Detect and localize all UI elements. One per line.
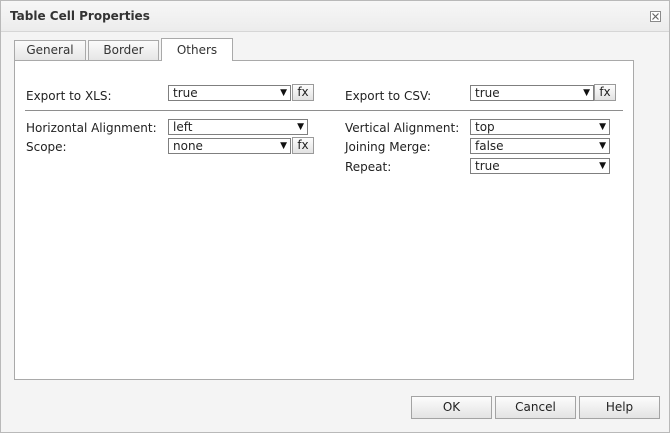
others-panel: Export to XLS: true ▼ fx Export to CSV: …: [14, 60, 634, 380]
scope-select[interactable]: none ▼: [168, 138, 291, 154]
export-xls-value: true: [173, 86, 198, 100]
dropdown-arrow-icon: ▼: [297, 122, 304, 132]
scope-fx-button[interactable]: fx: [292, 137, 314, 154]
horizontal-alignment-label: Horizontal Alignment:: [26, 121, 157, 135]
repeat-select[interactable]: true ▼: [470, 158, 610, 174]
dropdown-arrow-icon: ▼: [280, 141, 287, 151]
export-csv-value: true: [475, 86, 500, 100]
export-xls-select[interactable]: true ▼: [168, 85, 291, 101]
vertical-alignment-label: Vertical Alignment:: [345, 121, 460, 135]
export-xls-label: Export to XLS:: [26, 89, 112, 103]
export-csv-select[interactable]: true ▼: [470, 85, 594, 101]
dropdown-arrow-icon: ▼: [599, 161, 606, 171]
joining-merge-value: false: [475, 139, 504, 153]
dialog-title: Table Cell Properties: [10, 9, 150, 23]
tab-others[interactable]: Others: [161, 38, 233, 61]
scope-label: Scope:: [26, 140, 67, 154]
help-button[interactable]: Help: [579, 396, 660, 419]
close-icon[interactable]: [650, 11, 661, 22]
horizontal-alignment-select[interactable]: left ▼: [168, 119, 308, 135]
dropdown-arrow-icon: ▼: [280, 88, 287, 98]
repeat-value: true: [475, 159, 500, 173]
tab-border[interactable]: Border: [88, 40, 159, 60]
export-csv-fx-button[interactable]: fx: [594, 84, 616, 101]
tab-general[interactable]: General: [14, 40, 86, 60]
joining-merge-label: Joining Merge:: [345, 140, 431, 154]
title-bar: Table Cell Properties: [1, 1, 669, 32]
table-cell-properties-dialog: Table Cell Properties General Border Oth…: [0, 0, 670, 433]
vertical-alignment-select[interactable]: top ▼: [470, 119, 610, 135]
cancel-button[interactable]: Cancel: [495, 396, 576, 419]
dropdown-arrow-icon: ▼: [599, 141, 606, 151]
dropdown-arrow-icon: ▼: [599, 122, 606, 132]
scope-value: none: [173, 139, 203, 153]
horizontal-alignment-value: left: [173, 120, 193, 134]
ok-button[interactable]: OK: [411, 396, 492, 419]
joining-merge-select[interactable]: false ▼: [470, 138, 610, 154]
vertical-alignment-value: top: [475, 120, 495, 134]
export-xls-fx-button[interactable]: fx: [292, 84, 314, 101]
section-divider: [25, 110, 623, 111]
repeat-label: Repeat:: [345, 160, 392, 174]
export-csv-label: Export to CSV:: [345, 89, 432, 103]
dropdown-arrow-icon: ▼: [583, 88, 590, 98]
